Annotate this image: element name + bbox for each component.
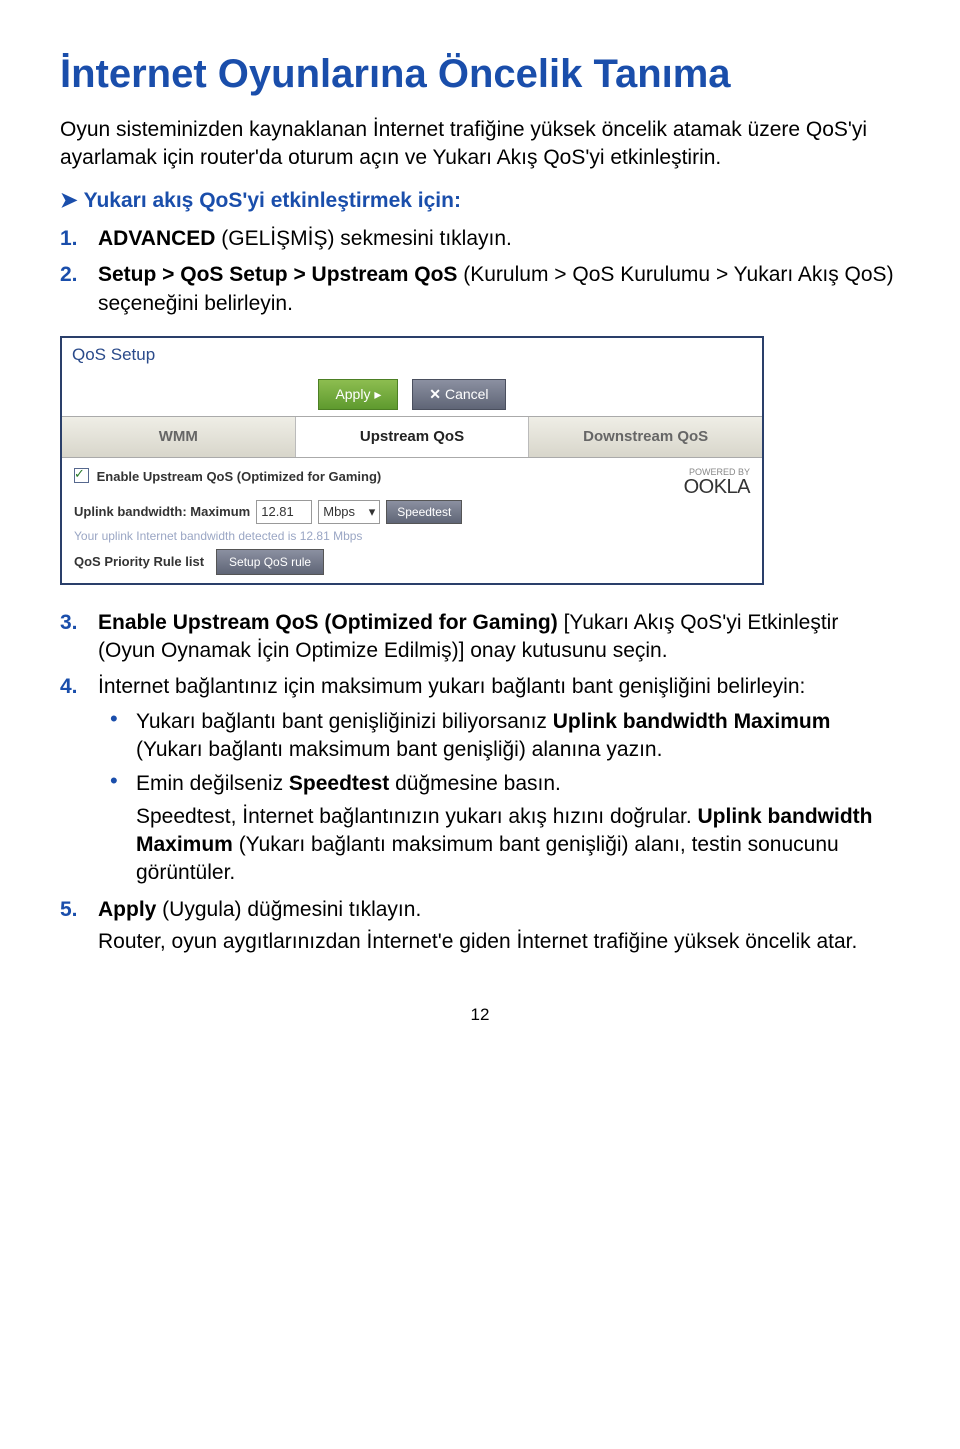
speedtest-button[interactable]: Speedtest xyxy=(386,500,462,524)
step-5-bold: Apply xyxy=(98,898,156,921)
uplink-label: Uplink bandwidth: Maximum xyxy=(74,503,250,521)
detected-bandwidth-text: Your uplink Internet bandwidth detected … xyxy=(74,528,750,544)
screenshot-title: QoS Setup xyxy=(62,338,762,371)
close-icon: ✕ xyxy=(429,386,441,402)
tab-upstream[interactable]: Upstream QoS xyxy=(296,417,530,457)
procedure-heading-text: Yukarı akış QoS'yi etkinleştirmek için: xyxy=(84,189,461,212)
intro-paragraph: Oyun sisteminizden kaynaklanan İnternet … xyxy=(60,116,900,173)
step-number: 4. xyxy=(60,673,78,701)
bullet-text: Emin değilseniz xyxy=(136,772,289,795)
step-5-result: Router, oyun aygıtlarınızdan İnternet'e … xyxy=(98,928,900,956)
step-1-bold: ADVANCED xyxy=(98,227,215,250)
step-4-bullet-2: Emin değilseniz Speedtest düğmesine bası… xyxy=(132,770,900,887)
priority-label: QoS Priority Rule list xyxy=(74,553,204,571)
step-number: 2. xyxy=(60,261,78,289)
step-number: 3. xyxy=(60,609,78,637)
ookla-logo: OOKLA xyxy=(684,477,750,497)
tab-wmm[interactable]: WMM xyxy=(62,417,296,457)
uplink-unit-text: Mbps xyxy=(323,503,355,521)
desc-text: Speedtest, İnternet bağlantınızın yukarı… xyxy=(136,805,698,828)
step-3: 3. Enable Upstream QoS (Optimized for Ga… xyxy=(60,609,900,666)
speedtest-description: Speedtest, İnternet bağlantınızın yukarı… xyxy=(136,803,900,888)
chevron-right-icon: ➤ xyxy=(60,187,78,215)
desc-tail: (Yukarı bağlantı maksimum bant genişliği… xyxy=(136,833,839,884)
procedure-heading: ➤ Yukarı akış QoS'yi etkinleştirmek için: xyxy=(60,187,900,215)
step-4: 4. İnternet bağlantınız için maksimum yu… xyxy=(60,673,900,887)
step-5-text: (Uygula) düğmesini tıklayın. xyxy=(156,898,421,921)
bullet-tail: (Yukarı bağlantı maksimum bant genişliği… xyxy=(136,738,662,761)
uplink-unit-select[interactable]: Mbps ▾ xyxy=(318,500,380,524)
enable-label: Enable Upstream QoS (Optimized for Gamin… xyxy=(97,469,382,484)
step-2-bold: Setup > QoS Setup > Upstream QoS xyxy=(98,263,457,286)
enable-checkbox[interactable] xyxy=(74,468,89,483)
bullet-tail: düğmesine basın. xyxy=(389,772,561,795)
step-1: 1. ADVANCED (GELİŞMİŞ) sekmesini tıklayı… xyxy=(60,225,900,253)
page-number: 12 xyxy=(60,1004,900,1027)
page-title: İnternet Oyunlarına Öncelik Tanıma xyxy=(60,50,900,98)
bullet-bold: Speedtest xyxy=(289,772,389,795)
step-number: 5. xyxy=(60,896,78,924)
setup-qos-rule-button[interactable]: Setup QoS rule xyxy=(216,549,324,575)
chevron-down-icon: ▾ xyxy=(369,503,376,521)
step-4-bullet-1: Yukarı bağlantı bant genişliğinizi biliy… xyxy=(132,708,900,765)
step-1-text: (GELİŞMİŞ) sekmesini tıklayın. xyxy=(215,227,511,250)
bullet-text: Yukarı bağlantı bant genişliğinizi biliy… xyxy=(136,710,553,733)
qos-screenshot: QoS Setup Apply ▸ ✕Cancel WMM Upstream Q… xyxy=(60,336,900,585)
step-3-bold: Enable Upstream QoS (Optimized for Gamin… xyxy=(98,611,558,634)
powered-by: POWERED BY OOKLA xyxy=(684,468,750,497)
step-4-lead: İnternet bağlantınız için maksimum yukar… xyxy=(98,675,805,698)
step-number: 1. xyxy=(60,225,78,253)
step-2: 2. Setup > QoS Setup > Upstream QoS (Kur… xyxy=(60,261,900,318)
uplink-value-input[interactable]: 12.81 xyxy=(256,500,312,524)
apply-button[interactable]: Apply ▸ xyxy=(318,379,398,410)
cancel-label: Cancel xyxy=(445,386,489,402)
tab-downstream[interactable]: Downstream QoS xyxy=(529,417,762,457)
cancel-button[interactable]: ✕Cancel xyxy=(412,379,505,410)
step-5: 5. Apply (Uygula) düğmesini tıklayın. Ro… xyxy=(60,896,900,957)
bullet-bold: Uplink bandwidth Maximum xyxy=(553,710,831,733)
